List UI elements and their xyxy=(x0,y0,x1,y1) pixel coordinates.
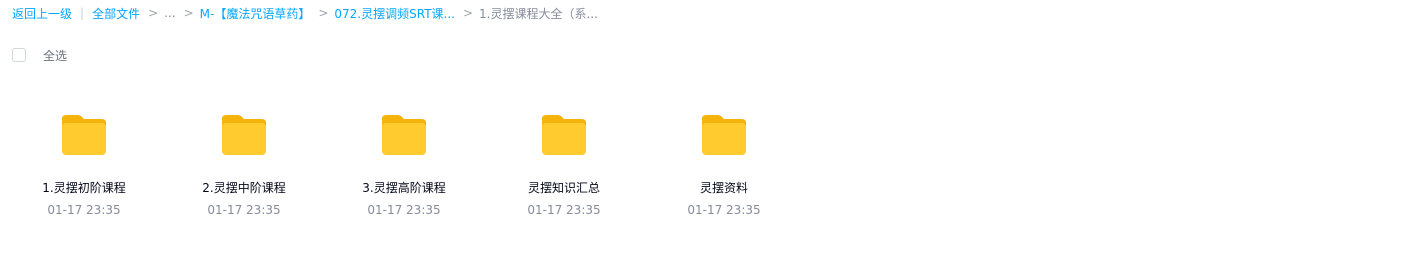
folder-modified-time: 01-17 23:35 xyxy=(47,203,121,217)
folder-modified-time: 01-17 23:35 xyxy=(527,203,601,217)
breadcrumb-separator: > xyxy=(462,6,474,20)
breadcrumb-item-level2[interactable]: 072.灵摆调频SRT课... xyxy=(334,5,455,22)
folder-item[interactable]: 2.灵摆中阶课程 01-17 23:35 xyxy=(164,113,324,218)
back-link[interactable]: 返回上一级 xyxy=(12,5,72,22)
folder-name: 1.灵摆初阶课程 xyxy=(42,181,126,195)
breadcrumb: 返回上一级 | 全部文件 > ... > M-【魔法咒语草药】 > 072.灵摆… xyxy=(12,4,598,22)
folder-icon xyxy=(540,113,588,157)
folder-modified-time: 01-17 23:35 xyxy=(207,203,281,217)
folder-icon xyxy=(380,113,428,157)
breadcrumb-separator: > xyxy=(148,6,159,20)
select-all-checkbox[interactable] xyxy=(12,48,26,62)
folder-icon xyxy=(700,113,748,157)
folder-item[interactable]: 3.灵摆高阶课程 01-17 23:35 xyxy=(324,113,484,218)
select-all-label: 全选 xyxy=(43,48,68,63)
folder-name: 灵摆知识汇总 xyxy=(527,181,600,195)
file-grid: 1.灵摆初阶课程 01-17 23:35 2.灵摆中阶课程 01-17 23:35 3.… xyxy=(4,113,804,218)
folder-icon xyxy=(220,113,268,157)
folder-item[interactable]: 1.灵摆初阶课程 01-17 23:35 xyxy=(4,113,164,218)
folder-name: 2.灵摆中阶课程 xyxy=(202,181,286,195)
folder-item[interactable]: 灵摆资料 01-17 23:35 xyxy=(644,113,804,218)
folder-modified-time: 01-17 23:35 xyxy=(687,203,761,217)
breadcrumb-root-link[interactable]: 全部文件 xyxy=(92,5,140,22)
breadcrumb-item-level1[interactable]: M-【魔法咒语草药】 xyxy=(200,5,311,22)
breadcrumb-divider: | xyxy=(80,6,85,20)
breadcrumb-separator: > xyxy=(318,6,329,20)
folder-name: 灵摆资料 xyxy=(699,181,748,195)
select-all: 全选 xyxy=(12,47,67,63)
folder-modified-time: 01-17 23:35 xyxy=(367,203,441,217)
folder-item[interactable]: 灵摆知识汇总 01-17 23:35 xyxy=(484,113,644,218)
folder-name: 3.灵摆高阶课程 xyxy=(362,181,446,195)
breadcrumb-current: 1.灵摆课程大全（系... xyxy=(479,6,598,21)
breadcrumb-ellipsis[interactable]: ... xyxy=(164,6,175,20)
breadcrumb-separator: > xyxy=(183,6,194,20)
folder-icon xyxy=(60,113,108,157)
